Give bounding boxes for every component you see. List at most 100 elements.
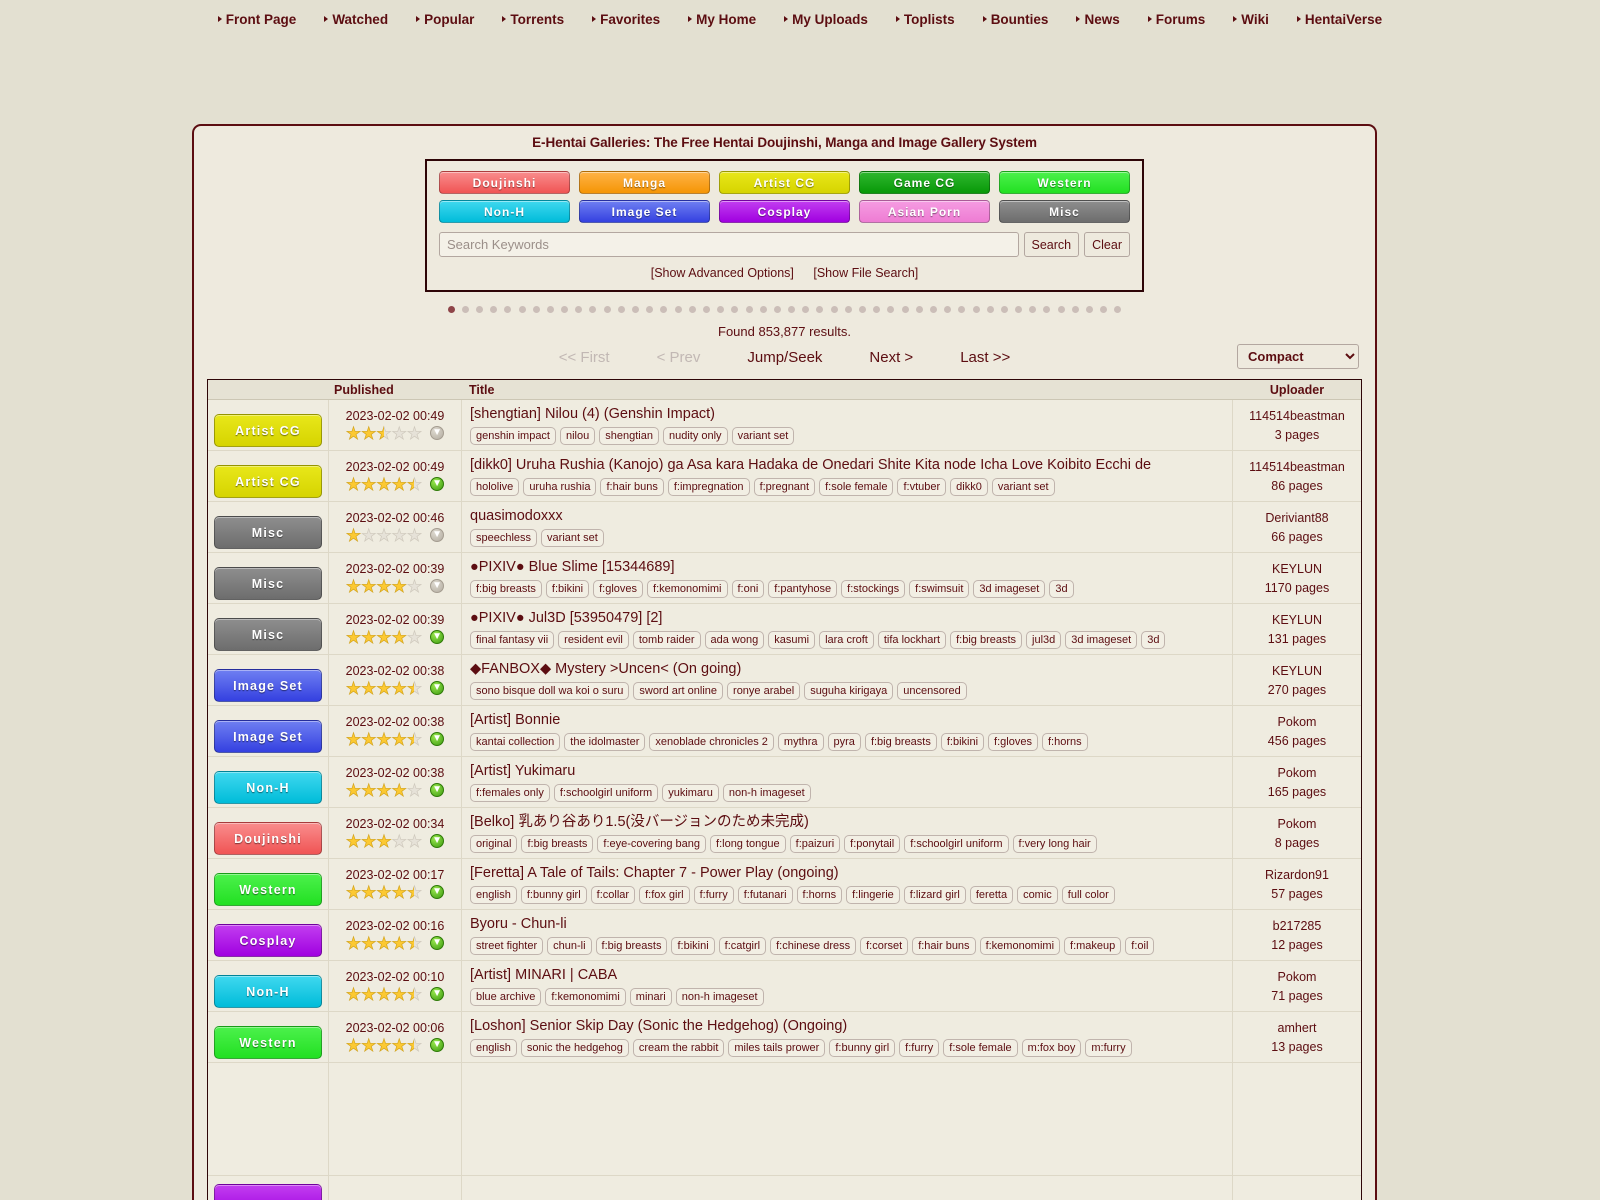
category-badge[interactable]: Western: [214, 1025, 322, 1059]
download-arrow-icon[interactable]: ▼: [430, 528, 445, 542]
category-button-image-set[interactable]: Image Set: [579, 200, 710, 223]
show-file-search-link[interactable]: [Show File Search]: [813, 266, 918, 280]
gallery-tag[interactable]: f:very long hair: [1012, 835, 1097, 854]
gallery-tag[interactable]: english: [470, 886, 517, 905]
gallery-tag[interactable]: original: [470, 835, 518, 854]
table-row[interactable]: Artist CG 2023-02-02 00:49★★★★★★★★★★ ▼ [she…: [208, 400, 1361, 451]
page-dot[interactable]: [1015, 306, 1023, 313]
category-button-asian-porn[interactable]: Asian Porn: [859, 200, 990, 223]
page-dot[interactable]: [603, 306, 611, 313]
gallery-tag[interactable]: comic: [1017, 886, 1058, 905]
gallery-tag[interactable]: street fighter: [470, 937, 544, 956]
table-row[interactable]: Non-H 2023-02-02 00:10★★★★★★★★★★ ▼ [Artist]…: [208, 961, 1361, 1012]
gallery-tag[interactable]: f:swimsuit: [909, 580, 970, 599]
gallery-title-link[interactable]: ●PIXIV● Blue Slime [15344689]: [470, 558, 1232, 576]
page-dot[interactable]: [986, 306, 994, 313]
table-row[interactable]: Misc 2023-02-02 00:46★★★★★★★★★★ ▼ quasimodo…: [208, 502, 1361, 553]
gallery-tag[interactable]: 3d imageset: [1065, 631, 1138, 650]
gallery-tag[interactable]: f:corset: [860, 937, 909, 956]
page-dot[interactable]: [1057, 306, 1065, 313]
download-arrow-icon[interactable]: ▼: [430, 1038, 445, 1052]
gallery-tag[interactable]: yukimaru: [662, 784, 719, 803]
gallery-tag[interactable]: f:pantyhose: [768, 580, 838, 599]
gallery-tag[interactable]: m:fox boy: [1021, 1039, 1082, 1058]
gallery-tag[interactable]: resident evil: [558, 631, 629, 650]
search-input[interactable]: [439, 232, 1019, 257]
uploader-link[interactable]: Pokom: [1278, 715, 1317, 729]
gallery-tag[interactable]: tomb raider: [632, 631, 701, 650]
download-arrow-icon[interactable]: ▼: [430, 477, 445, 491]
jump-seek-button[interactable]: Jump/Seek: [747, 349, 822, 366]
gallery-tag[interactable]: minari: [629, 988, 672, 1007]
download-arrow-icon[interactable]: ▼: [430, 426, 445, 440]
category-badge[interactable]: Misc: [214, 566, 322, 600]
table-row[interactable]: Western 2023-02-02 00:06★★★★★★★★★★ ▼ [Losho…: [208, 1012, 1361, 1063]
page-dot[interactable]: [674, 306, 682, 313]
table-row[interactable]: Non-H 2023-02-02 00:38★★★★★★★★★★ ▼ [Artist]…: [208, 757, 1361, 808]
gallery-tag[interactable]: cream the rabbit: [632, 1039, 725, 1058]
category-button-misc[interactable]: Misc: [999, 200, 1130, 223]
nav-item-bounties[interactable]: Bounties: [969, 12, 1063, 27]
gallery-tag[interactable]: f:hair buns: [912, 937, 976, 956]
gallery-title-link[interactable]: [Feretta] A Tale of Tails: Chapter 7 - P…: [470, 864, 1232, 882]
page-dot[interactable]: [1086, 306, 1094, 313]
page-dot[interactable]: [887, 306, 895, 313]
category-badge[interactable]: Western: [214, 872, 322, 906]
gallery-tag[interactable]: feretta: [969, 886, 1014, 905]
table-row[interactable]: Cosplay 2023-02-02 00:16★★★★★★★★★★ ▼ Byoru …: [208, 910, 1361, 961]
gallery-tag[interactable]: f:sole female: [943, 1039, 1018, 1058]
page-dot[interactable]: [717, 306, 725, 313]
table-row[interactable]: Artist CG 2023-02-02 00:49★★★★★★★★★★ ▼ [dik…: [208, 451, 1361, 502]
nav-item-favorites[interactable]: Favorites: [578, 12, 674, 27]
search-button[interactable]: Search: [1023, 232, 1080, 257]
gallery-tag[interactable]: f:paizuri: [789, 835, 841, 854]
category-button-manga[interactable]: Manga: [579, 171, 710, 194]
page-dot[interactable]: [646, 306, 654, 313]
gallery-tag[interactable]: kasumi: [768, 631, 816, 650]
gallery-tag[interactable]: tifa lockhart: [877, 631, 947, 650]
gallery-tag[interactable]: f:catgirl: [718, 937, 767, 956]
gallery-tag[interactable]: f:makeup: [1064, 937, 1122, 956]
gallery-tag[interactable]: f:ponytail: [844, 835, 901, 854]
page-dot[interactable]: [688, 306, 696, 313]
gallery-tag[interactable]: f:bunny girl: [520, 886, 587, 905]
gallery-tag[interactable]: m:furry: [1085, 1039, 1132, 1058]
table-row[interactable]: Image Set 2023-02-02 00:38★★★★★★★★★★ ▼ [Art…: [208, 706, 1361, 757]
page-dot[interactable]: [660, 306, 668, 313]
nav-item-my-uploads[interactable]: My Uploads: [770, 12, 882, 27]
page-dot[interactable]: [802, 306, 810, 313]
gallery-tag[interactable]: f:schoolgirl uniform: [553, 784, 659, 803]
category-badge[interactable]: [214, 1183, 322, 1200]
gallery-tag[interactable]: f:long tongue: [710, 835, 786, 854]
last-page-button[interactable]: Last >>: [960, 349, 1010, 366]
gallery-tag[interactable]: f:eye-covering bang: [597, 835, 707, 854]
page-dot[interactable]: [873, 306, 881, 313]
gallery-tag[interactable]: final fantasy vii: [470, 631, 555, 650]
category-badge[interactable]: Image Set: [214, 719, 322, 753]
gallery-tag[interactable]: f:bunny girl: [829, 1039, 896, 1058]
table-row[interactable]: Misc 2023-02-02 00:39★★★★★★★★★★ ▼ ●PIXIV● J…: [208, 604, 1361, 655]
gallery-tag[interactable]: f:big breasts: [864, 733, 937, 752]
page-dot[interactable]: [1043, 306, 1051, 313]
gallery-tag[interactable]: f:kemonomimi: [647, 580, 728, 599]
gallery-tag[interactable]: f:futanari: [737, 886, 793, 905]
gallery-tag[interactable]: miles tails prower: [728, 1039, 826, 1058]
gallery-tag[interactable]: genshin impact: [470, 427, 556, 446]
gallery-tag[interactable]: 3d: [1141, 631, 1166, 650]
download-arrow-icon[interactable]: ▼: [430, 885, 445, 899]
gallery-tag[interactable]: f:collar: [590, 886, 636, 905]
gallery-tag[interactable]: f:gloves: [988, 733, 1038, 752]
gallery-tag[interactable]: f:horns: [1041, 733, 1088, 752]
gallery-tag[interactable]: f:lingerie: [846, 886, 900, 905]
gallery-tag[interactable]: hololive: [470, 478, 520, 497]
page-dot[interactable]: [929, 306, 937, 313]
category-badge[interactable]: Image Set: [214, 668, 322, 702]
gallery-tag[interactable]: variant set: [541, 529, 604, 548]
gallery-tag[interactable]: f:females only: [470, 784, 550, 803]
gallery-tag[interactable]: variant set: [991, 478, 1055, 497]
page-dot[interactable]: [561, 306, 569, 313]
download-arrow-icon[interactable]: ▼: [430, 987, 445, 1001]
gallery-tag[interactable]: nudity only: [662, 427, 728, 446]
page-dot[interactable]: [461, 306, 469, 313]
gallery-tag[interactable]: mythra: [777, 733, 824, 752]
